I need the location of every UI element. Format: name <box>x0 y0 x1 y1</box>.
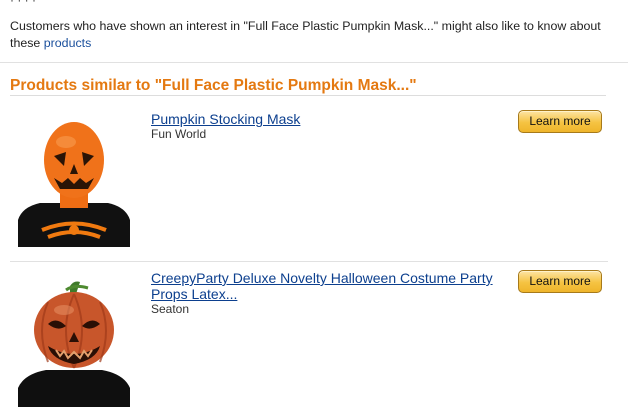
product-title[interactable]: CreepyParty Deluxe Novelty Halloween Cos… <box>151 270 501 302</box>
learn-more-button[interactable]: Learn more <box>518 110 602 133</box>
product-image[interactable] <box>18 120 130 247</box>
pumpkin-stocking-mask-photo-icon <box>18 120 130 247</box>
intro-message: Customers who have shown an interest in … <box>10 19 601 50</box>
section-title: Products similar to "Full Face Plastic P… <box>10 77 417 94</box>
product-title[interactable]: Pumpkin Stocking Mask <box>151 111 501 127</box>
intro-text: Customers who have shown an interest in … <box>10 18 620 52</box>
cut-off-text: · · · · <box>10 0 36 7</box>
product-item: Pumpkin Stocking Mask Fun World Learn mo… <box>0 100 628 250</box>
product-brand: Seaton <box>151 302 190 316</box>
pumpkin-head-mask-photo-icon <box>18 280 130 407</box>
products-link[interactable]: products <box>44 36 92 50</box>
product-item: CreepyParty Deluxe Novelty Halloween Cos… <box>0 262 628 412</box>
top-notice: · · · · Customers who have shown an inte… <box>0 0 628 63</box>
product-image[interactable] <box>18 280 130 407</box>
section-divider <box>10 95 606 96</box>
product-brand: Fun World <box>151 127 207 141</box>
learn-more-button[interactable]: Learn more <box>518 270 602 293</box>
